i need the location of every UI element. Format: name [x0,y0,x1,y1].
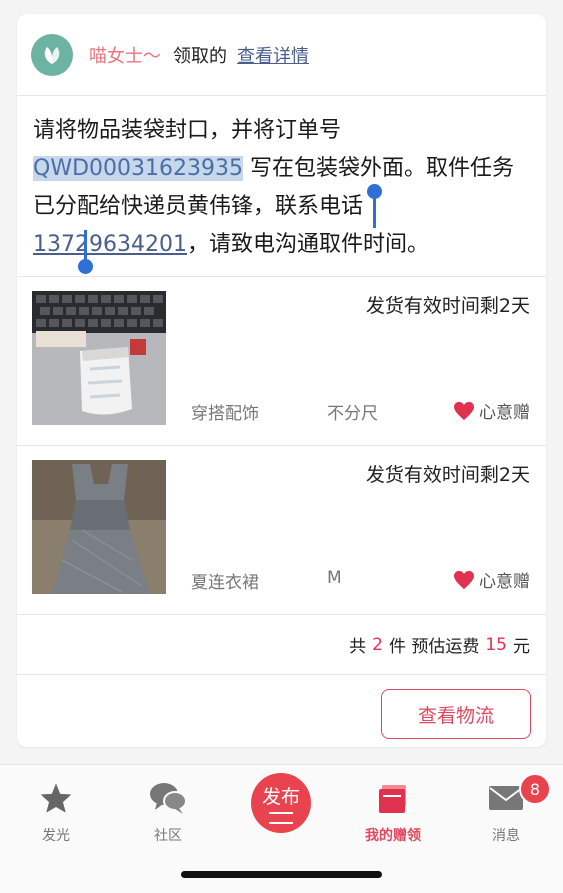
tab-glow[interactable]: 发光 [16,779,96,845]
item-thumbnail-keyboard[interactable] [32,291,166,425]
heart-icon [454,401,474,420]
action-row: 查看物流 [17,675,546,747]
heart-icon [454,570,474,589]
pickup-message: 请将物品装袋封口，并将订单号QWD00031623935 写在包装袋外面。取件任… [17,96,546,277]
item-size: M [327,568,342,588]
order-number-selected-part2[interactable]: 3935 [187,156,243,181]
chat-bubbles-icon [150,783,187,814]
gift-type-label: 心意赠 [479,403,530,423]
selection-start-handle[interactable] [367,184,382,228]
item-category: 穿搭配饰 [191,404,259,424]
order-item[interactable]: 发货有效时间剩2天 夏连衣裙 M 心意赠 [17,446,546,615]
item-thumbnail-dress[interactable] [32,460,166,594]
leaf-logo-icon [44,46,60,64]
message-text-before: 请将物品装袋封口，并将订单号 [33,118,342,143]
shipping-time-remaining: 发货有效时间剩2天 [365,464,530,486]
order-number-selected-part1[interactable]: QWD0003162 [33,156,187,181]
summary-mid: 件 预估运费 [388,637,480,657]
tab-label: 发光 [42,828,70,844]
tab-label: 社区 [154,828,182,844]
message-text-after: ，请致电沟通取件时间。 [186,232,429,257]
item-size: 不分尺 [327,404,378,424]
publish-icon [269,812,293,824]
gift-box-icon [379,785,406,813]
shipping-fee: 15 [485,634,507,655]
item-category: 夏连衣裙 [191,573,259,593]
message-count-badge: 8 [519,773,551,805]
shipping-time-remaining: 发货有效时间剩2天 [365,295,530,317]
tab-label: 消息 [492,828,520,844]
home-indicator[interactable] [181,871,382,878]
gift-type-label: 心意赠 [479,572,530,592]
avatar[interactable] [31,33,73,76]
tab-community[interactable]: 社区 [128,779,208,845]
publish-button[interactable]: 发布 [251,773,311,833]
summary-suffix: 元 [513,637,530,657]
gift-type: 心意赠 [453,567,530,592]
action-text: 领取的 [173,45,227,67]
username[interactable]: 喵女士～ [89,42,161,68]
courier-phone-link[interactable]: 13729634201 [33,232,187,257]
summary-prefix: 共 [349,637,367,657]
card-header: 喵女士～ 领取的 查看详情 [17,14,546,96]
order-summary: 共 2 件 预估运费 15 元 [17,615,546,675]
publish-label: 发布 [261,786,300,808]
selection-end-handle[interactable] [78,230,93,274]
tab-my-gifts[interactable]: 我的赠领 [353,779,433,845]
gift-type: 心意赠 [453,398,530,423]
order-item[interactable]: 发货有效时间剩2天 穿搭配饰 不分尺 心意赠 [17,277,546,446]
order-card: 喵女士～ 领取的 查看详情 请将物品装袋封口，并将订单号 QWD000316239… [17,14,546,747]
star-icon [40,783,72,813]
item-count: 2 [372,634,383,655]
view-details-link[interactable]: 查看详情 [237,42,309,68]
view-logistics-button[interactable]: 查看物流 [381,689,531,739]
tab-label: 我的赠领 [365,828,421,844]
